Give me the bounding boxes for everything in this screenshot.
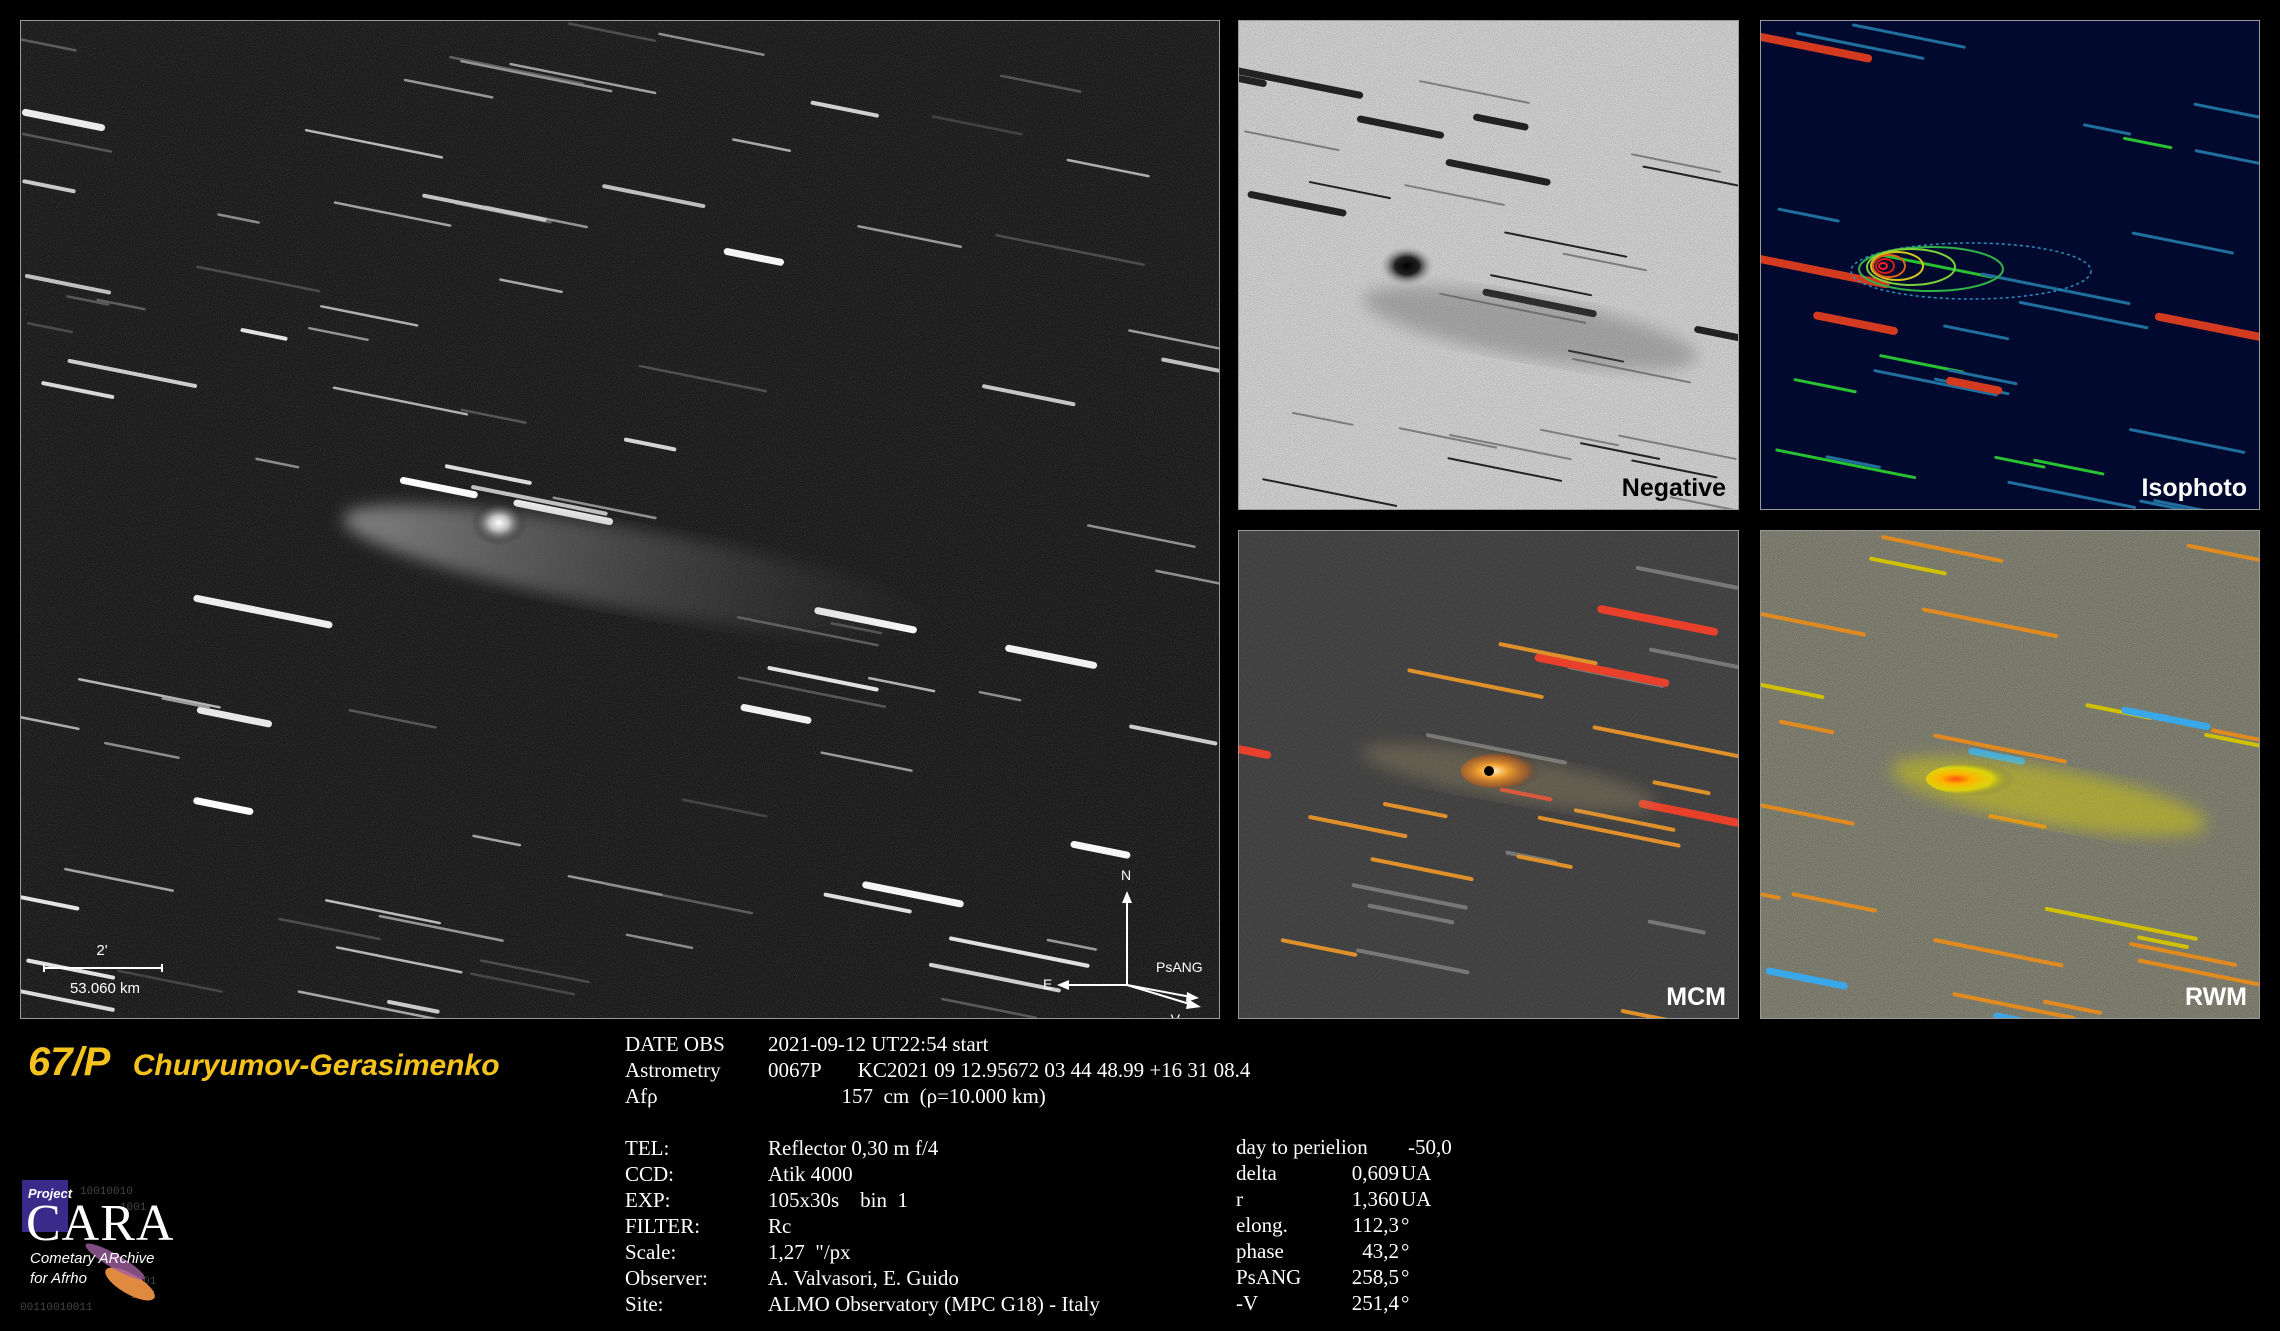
observation-value: 2021-09-12 UT22:54 start — [768, 1032, 989, 1056]
ephemeris-value: -50,0 — [1408, 1135, 1452, 1159]
compass-minus-v: -V — [1166, 1011, 1180, 1019]
mcm-image — [1239, 531, 1738, 1018]
ephemeris-row: phase 43,2 ° — [1236, 1238, 1536, 1264]
ephemeris-value: 251,4 — [1351, 1291, 1399, 1315]
ephemeris-value: 0,609 — [1351, 1161, 1399, 1185]
rwm-image — [1761, 531, 2259, 1018]
ephemeris-info: day to perielion -50,0 delta 0,609 UA r 1,360 U… — [1236, 1134, 1536, 1316]
rwm-coma — [1926, 763, 2026, 795]
ephemeris-row: PsANG 258,5 ° — [1236, 1264, 1536, 1290]
comet-designation: 67/P — [28, 1040, 111, 1084]
ephemeris-key: PsANG — [1236, 1265, 1302, 1289]
ephemeris-row: r 1,360 UA — [1236, 1186, 1536, 1212]
ephemeris-value: 43,2 — [1362, 1239, 1399, 1263]
compass-north: N — [1121, 867, 1132, 883]
comet-name: Churyumov-Gerasimenko — [132, 1049, 500, 1082]
ephemeris-key: day to perielion — [1236, 1135, 1368, 1159]
observation-value: A. Valvasori, E. Guido — [768, 1266, 959, 1290]
observation-value: 105x30s bin 1 — [768, 1188, 909, 1212]
observation-value: Reflector 0,30 m f/4 — [768, 1136, 939, 1160]
scale-arcmin: 2' — [96, 942, 108, 959]
negative-image — [1239, 21, 1738, 509]
observation-row: Afρ 157 cm (ρ=10.000 km) — [625, 1083, 1425, 1109]
ephemeris-unit: UA — [1401, 1161, 1432, 1185]
ephemeris-unit: ° — [1401, 1291, 1410, 1315]
ephemeris-value: 258,5 — [1351, 1265, 1399, 1289]
cara-logo: 10010010 1001 0101 1001 00110010011 Proj… — [20, 1180, 180, 1312]
observation-value: 1,27 "/px — [768, 1240, 851, 1264]
observation-key: EXP: — [625, 1188, 671, 1212]
observation-key: Observer: — [625, 1266, 708, 1290]
observation-value: Rc — [768, 1214, 792, 1238]
logo-cara: CARA — [26, 1195, 175, 1252]
rwm-label: RWM — [2184, 983, 2247, 1011]
ephemeris-key: r — [1236, 1187, 1243, 1211]
compass-psang: PsANG — [1156, 959, 1203, 975]
observation-row — [625, 1109, 1425, 1135]
negative-label: Negative — [1621, 474, 1726, 502]
scale-bar: 2' 53.060 km — [43, 942, 183, 1002]
observation-row: DATE OBS 2021-09-12 UT22:54 start — [625, 1031, 1425, 1057]
compass-rose: N E PsANG -V — [1021, 861, 1219, 1019]
isophoto-panel: Isophoto — [1760, 20, 2260, 510]
comet-coma — [471, 501, 527, 545]
mcm-label: MCM — [1666, 983, 1726, 1011]
mcm-coma — [1461, 753, 1541, 789]
ephemeris-key: elong. — [1236, 1213, 1288, 1237]
observation-key: Afρ — [625, 1084, 658, 1108]
isophoto-label: Isophoto — [2141, 474, 2247, 502]
observation-value: 157 cm (ρ=10.000 km) — [768, 1084, 1046, 1108]
observation-key: Astrometry — [625, 1058, 721, 1082]
observation-key: CCD: — [625, 1162, 675, 1186]
mcm-panel: MCM — [1238, 530, 1739, 1019]
mcm-nucleus — [1484, 766, 1494, 776]
scale-bar-line — [43, 964, 163, 972]
observation-key: TEL: — [625, 1136, 670, 1160]
svg-text:00110010011: 00110010011 — [20, 1302, 93, 1312]
ephemeris-value: 1,360 — [1351, 1187, 1399, 1211]
compass-arrows-icon — [1057, 891, 1201, 1009]
ephemeris-key: -V — [1236, 1291, 1259, 1315]
observation-key: Scale: — [625, 1240, 677, 1264]
ephemeris-key: delta — [1236, 1161, 1277, 1185]
observation-key: DATE OBS — [625, 1032, 725, 1056]
observation-value: Atik 4000 — [768, 1162, 853, 1186]
ephemeris-row: -V 251,4 ° — [1236, 1290, 1536, 1316]
negative-panel: Negative — [1238, 20, 1739, 510]
observation-key: Site: — [625, 1292, 664, 1316]
observation-key: FILTER: — [625, 1214, 701, 1238]
ephemeris-unit: ° — [1401, 1213, 1410, 1237]
isophoto-image — [1761, 21, 2259, 509]
ephemeris-key: phase — [1236, 1239, 1284, 1263]
main-comet-image: 2' 53.060 km N E PsANG -V — [20, 20, 1220, 1019]
comet-title: 67/P Churyumov-Gerasimenko — [28, 1040, 500, 1085]
ephemeris-row: delta 0,609 UA — [1236, 1160, 1536, 1186]
observation-row: Astrometry 0067P KC2021 09 12.95672 03 44… — [625, 1057, 1425, 1083]
negative-coma — [1377, 244, 1437, 288]
logo-line1: Cometary ARchive — [30, 1250, 155, 1267]
rwm-panel: RWM — [1760, 530, 2260, 1019]
ephemeris-unit: ° — [1401, 1265, 1410, 1289]
ephemeris-value: 112,3 — [1352, 1213, 1399, 1237]
ephemeris-unit: UA — [1401, 1187, 1432, 1211]
ephemeris-row: elong. 112,3 ° — [1236, 1212, 1536, 1238]
compass-east: E — [1043, 976, 1053, 992]
ephemeris-row: day to perielion -50,0 — [1236, 1134, 1536, 1160]
ephemeris-unit: ° — [1401, 1239, 1410, 1263]
scale-km: 53.060 km — [69, 980, 141, 997]
observation-value: 0067P KC2021 09 12.95672 03 44 48.99 +16… — [768, 1058, 1251, 1082]
observation-value: ALMO Observatory (MPC G18) - Italy — [768, 1292, 1100, 1316]
logo-line2: for Afrho — [30, 1270, 87, 1287]
